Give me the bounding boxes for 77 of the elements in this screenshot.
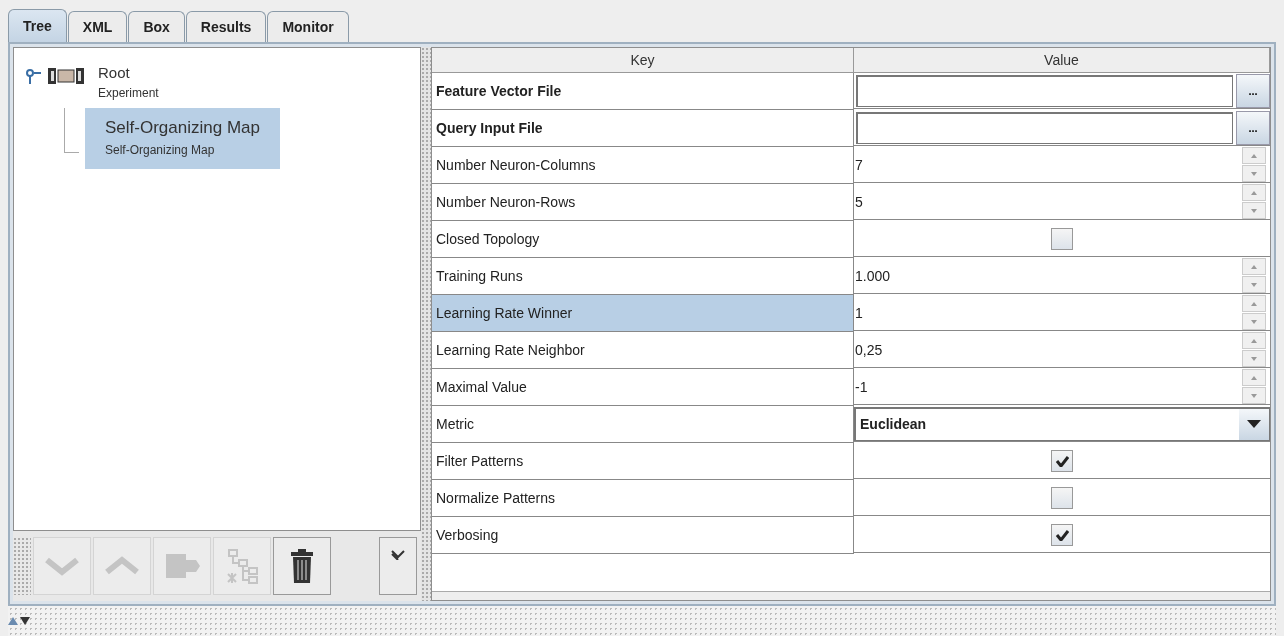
spin-down-button[interactable] — [1242, 350, 1266, 367]
scroll-bar[interactable] — [432, 591, 1270, 600]
checkmark-icon — [1055, 528, 1069, 541]
key-cell: Verbosing — [432, 517, 854, 554]
tab[interactable]: Monitor — [267, 11, 349, 42]
spin-up-button[interactable] — [1242, 332, 1266, 349]
spinner-value: 0,25 — [854, 341, 884, 358]
key-cell: Number Neuron-Columns — [432, 147, 854, 184]
spin-down-button[interactable] — [1242, 165, 1266, 182]
spinner-value: -1 — [854, 378, 869, 395]
down-arrow-icon — [1251, 356, 1257, 361]
up-arrow-icon — [1251, 190, 1257, 195]
spin-down-button[interactable] — [1242, 276, 1266, 293]
key-cell: Training Runs — [432, 258, 854, 295]
down-arrow-icon — [1251, 208, 1257, 213]
tab[interactable]: Box — [128, 11, 185, 42]
spin-down-button[interactable] — [1242, 313, 1266, 330]
spin-up-button[interactable] — [1242, 147, 1266, 164]
key-cell: Query Input File — [432, 110, 854, 147]
spin-down-button[interactable] — [1242, 387, 1266, 404]
key-cell: Learning Rate Neighbor — [432, 332, 854, 369]
chevron-down-icon — [45, 556, 79, 576]
browse-button[interactable]: ... — [1236, 73, 1270, 108]
experiment-icon — [48, 66, 84, 86]
checkbox[interactable] — [1051, 523, 1073, 546]
key-cell: Metric — [432, 406, 854, 443]
toolbar-grip[interactable] — [13, 537, 31, 595]
spinner-value: 1.000 — [854, 267, 892, 284]
tree-connector-line — [64, 108, 79, 153]
checkbox[interactable] — [1051, 486, 1073, 509]
tree-icon — [225, 548, 259, 584]
chevron-down-icon — [391, 550, 405, 560]
spin-up-button[interactable] — [1242, 369, 1266, 386]
down-arrow-icon — [1251, 282, 1257, 287]
tab[interactable]: XML — [67, 11, 128, 42]
key-cell: Feature Vector File — [432, 73, 854, 110]
spin-up-button[interactable] — [1242, 258, 1266, 275]
key-cell: Learning Rate Winner — [432, 295, 854, 332]
toolbar-button[interactable] — [273, 537, 331, 595]
metric-dropdown[interactable]: Euclidean — [854, 406, 1270, 441]
trash-icon — [290, 549, 314, 583]
splitter-handle[interactable] — [421, 47, 431, 601]
tab[interactable]: Results — [185, 11, 267, 42]
checkbox[interactable] — [1051, 227, 1073, 250]
key-cell: Maximal Value — [432, 369, 854, 406]
up-arrow-icon — [1251, 338, 1257, 343]
up-arrow-icon — [1251, 264, 1257, 269]
dropdown-arrow-icon — [1247, 420, 1261, 428]
checkbox[interactable] — [1051, 449, 1073, 472]
spinner-value: 5 — [854, 193, 864, 210]
more-button[interactable] — [379, 537, 417, 595]
key-cell: Normalize Patterns — [432, 480, 854, 517]
up-arrow-icon — [1251, 153, 1257, 158]
file-path-field[interactable] — [856, 111, 1233, 144]
tree-node[interactable]: Self-Organizing Map Self-Organizing Map — [85, 108, 280, 169]
key-cell: Number Neuron-Rows — [432, 184, 854, 221]
key-cell: Filter Patterns — [432, 443, 854, 480]
up-arrow-icon — [1251, 301, 1257, 306]
checkmark-icon — [1055, 454, 1069, 467]
collapse-arrow-icon[interactable] — [20, 617, 30, 625]
column-header[interactable]: Value — [854, 48, 1270, 73]
tab[interactable]: Tree — [8, 9, 67, 42]
key-cell: Closed Topology — [432, 221, 854, 258]
chevron-up-icon — [105, 556, 139, 576]
spinner-value: 1 — [854, 304, 864, 321]
spin-up-button[interactable] — [1242, 184, 1266, 201]
up-arrow-icon — [1251, 375, 1257, 380]
down-arrow-icon — [1251, 171, 1257, 176]
tree-node[interactable]: Root Experiment — [90, 60, 167, 106]
column-header[interactable]: Key — [432, 48, 854, 73]
file-path-field[interactable] — [856, 74, 1233, 107]
down-arrow-icon — [1251, 393, 1257, 398]
spinner-value: 7 — [854, 156, 864, 173]
down-arrow-icon — [1251, 319, 1257, 324]
spin-up-button[interactable] — [1242, 295, 1266, 312]
browse-button[interactable]: ... — [1236, 110, 1270, 145]
spin-down-button[interactable] — [1242, 202, 1266, 219]
